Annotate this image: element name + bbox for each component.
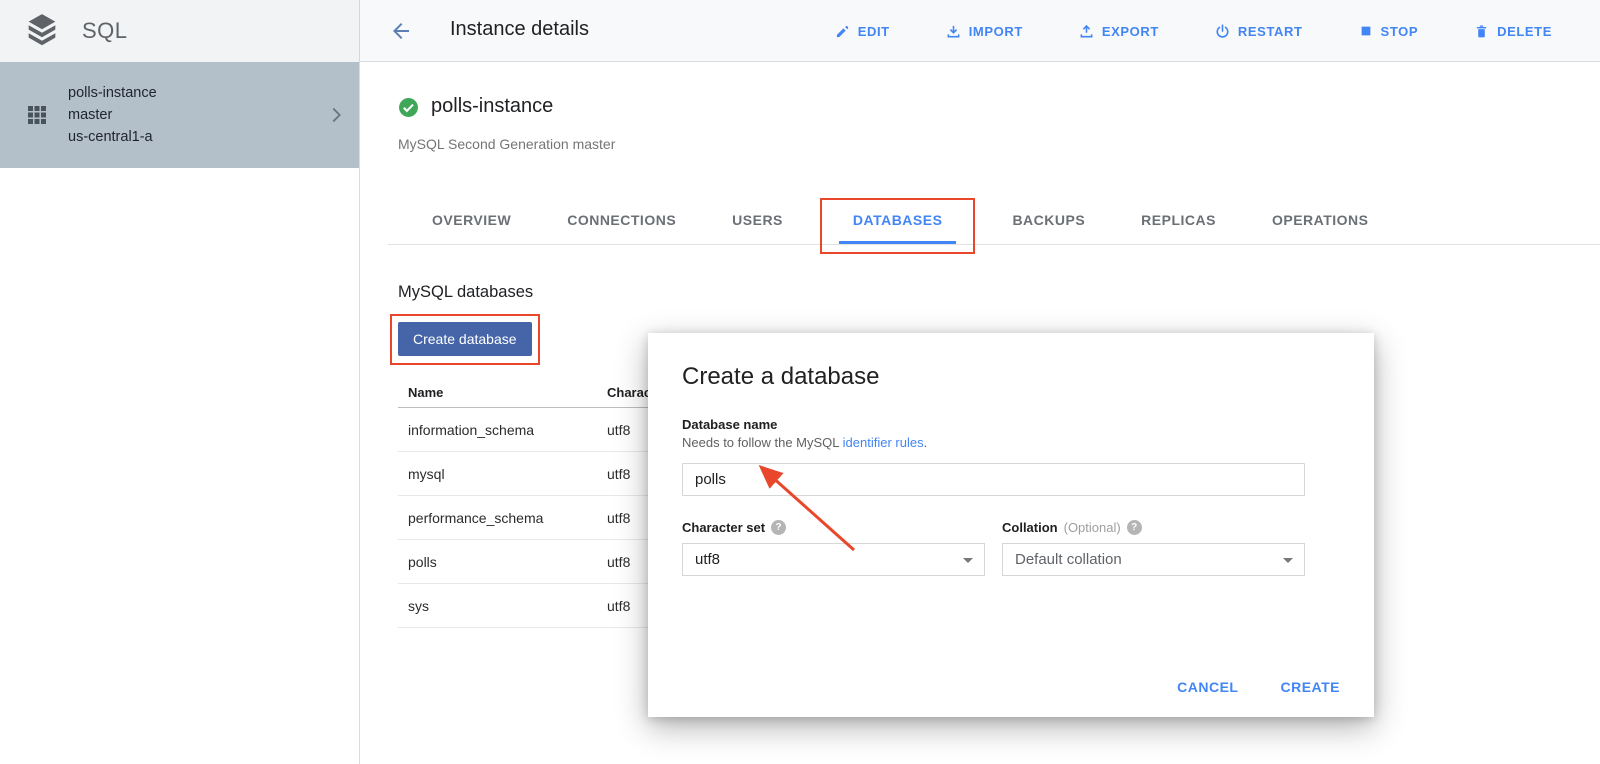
restart-button[interactable]: RESTART <box>1215 24 1303 39</box>
delete-button-label: DELETE <box>1497 24 1552 39</box>
tab-operations[interactable]: OPERATIONS <box>1272 212 1369 244</box>
chevron-down-icon <box>1283 558 1293 563</box>
column-header-name: Name <box>398 385 607 400</box>
tab-users[interactable]: USERS <box>732 212 783 244</box>
db-name-cell: information_schema <box>398 422 607 438</box>
delete-button[interactable]: DELETE <box>1474 24 1552 39</box>
import-icon <box>946 24 961 39</box>
instance-action-bar: EDIT IMPORT EXPORT RESTART <box>835 0 1552 62</box>
charset-help-icon[interactable] <box>771 520 786 535</box>
restart-button-label: RESTART <box>1238 24 1303 39</box>
collation-field: Collation (Optional) Default collation <box>1002 520 1305 576</box>
trash-icon <box>1474 24 1489 39</box>
db-name-cell: polls <box>398 554 607 570</box>
import-button[interactable]: IMPORT <box>946 24 1023 39</box>
help-text-prefix: Needs to follow the MySQL <box>682 435 843 450</box>
create-database-dialog: Create a database Database name Needs to… <box>648 333 1374 717</box>
top-app-bar: SQL Instance details EDIT IMPORT <box>0 0 1600 62</box>
product-name: SQL <box>82 18 128 44</box>
restart-icon <box>1215 24 1230 39</box>
stop-button-label: STOP <box>1381 24 1419 39</box>
dialog-actions: CANCEL CREATE <box>1177 679 1340 695</box>
tab-backups[interactable]: BACKUPS <box>1012 212 1085 244</box>
sidebar-instance-name: polls-instance <box>68 82 157 104</box>
help-text-suffix: . <box>924 435 928 450</box>
collation-label: Collation <box>1002 520 1058 535</box>
collation-optional-label: (Optional) <box>1064 520 1121 535</box>
stop-icon <box>1359 24 1373 38</box>
charset-selected-value: utf8 <box>695 551 720 568</box>
pencil-icon <box>835 24 850 39</box>
export-icon <box>1079 24 1094 39</box>
chevron-down-icon <box>963 558 973 563</box>
page-title: Instance details <box>450 18 589 41</box>
product-logo-area: SQL <box>0 0 360 62</box>
export-button[interactable]: EXPORT <box>1079 24 1159 39</box>
sidebar-instance-zone: us-central1-a <box>68 126 157 148</box>
dialog-title: Create a database <box>682 363 1340 391</box>
tab-overview[interactable]: OVERVIEW <box>432 212 511 244</box>
sidebar-item-instance[interactable]: polls-instance master us-central1-a <box>0 62 359 168</box>
instance-status-check-icon <box>398 97 419 118</box>
edit-button-label: EDIT <box>858 24 890 39</box>
edit-button[interactable]: EDIT <box>835 24 890 39</box>
chevron-right-icon <box>325 104 347 126</box>
database-name-input[interactable] <box>682 463 1305 496</box>
collation-selected-value: Default collation <box>1015 551 1122 568</box>
collation-select[interactable]: Default collation <box>1002 543 1305 576</box>
create-database-wrap: Create database <box>398 322 532 356</box>
charset-field: Character set utf8 <box>682 520 985 576</box>
tab-replicas[interactable]: REPLICAS <box>1141 212 1216 244</box>
charset-select[interactable]: utf8 <box>682 543 985 576</box>
database-name-help: Needs to follow the MySQL identifier rul… <box>682 435 1340 450</box>
collation-help-icon[interactable] <box>1127 520 1142 535</box>
back-button[interactable] <box>388 19 414 45</box>
dialog-selects-row: Character set utf8 Collation (Optional) … <box>682 520 1340 576</box>
cloud-sql-console: SQL Instance details EDIT IMPORT <box>0 0 1600 764</box>
create-database-button[interactable]: Create database <box>398 322 532 356</box>
sidebar-instance-text: polls-instance master us-central1-a <box>68 82 157 148</box>
sidebar-instance-role: master <box>68 104 157 126</box>
instance-tab-bar: OVERVIEW CONNECTIONS USERS DATABASES BAC… <box>388 196 1600 245</box>
db-name-cell: sys <box>398 598 607 614</box>
identifier-rules-link[interactable]: identifier rules <box>843 435 924 450</box>
sidebar: polls-instance master us-central1-a <box>0 62 360 764</box>
instance-name: polls-instance <box>431 95 553 118</box>
instance-grid-icon <box>28 106 46 124</box>
section-heading: MySQL databases <box>398 283 533 302</box>
tab-databases[interactable]: DATABASES <box>839 212 957 244</box>
stop-button[interactable]: STOP <box>1359 24 1419 39</box>
db-name-cell: performance_schema <box>398 510 607 526</box>
tab-databases-label: DATABASES <box>853 212 943 228</box>
cloud-sql-icon <box>26 13 58 49</box>
tab-connections[interactable]: CONNECTIONS <box>567 212 676 244</box>
import-button-label: IMPORT <box>969 24 1023 39</box>
charset-label: Character set <box>682 520 765 535</box>
export-button-label: EXPORT <box>1102 24 1159 39</box>
db-name-cell: mysql <box>398 466 607 482</box>
cancel-button[interactable]: CANCEL <box>1177 679 1238 695</box>
instance-subtitle: MySQL Second Generation master <box>398 136 615 152</box>
database-name-label: Database name <box>682 417 1340 432</box>
create-button[interactable]: CREATE <box>1280 679 1340 695</box>
